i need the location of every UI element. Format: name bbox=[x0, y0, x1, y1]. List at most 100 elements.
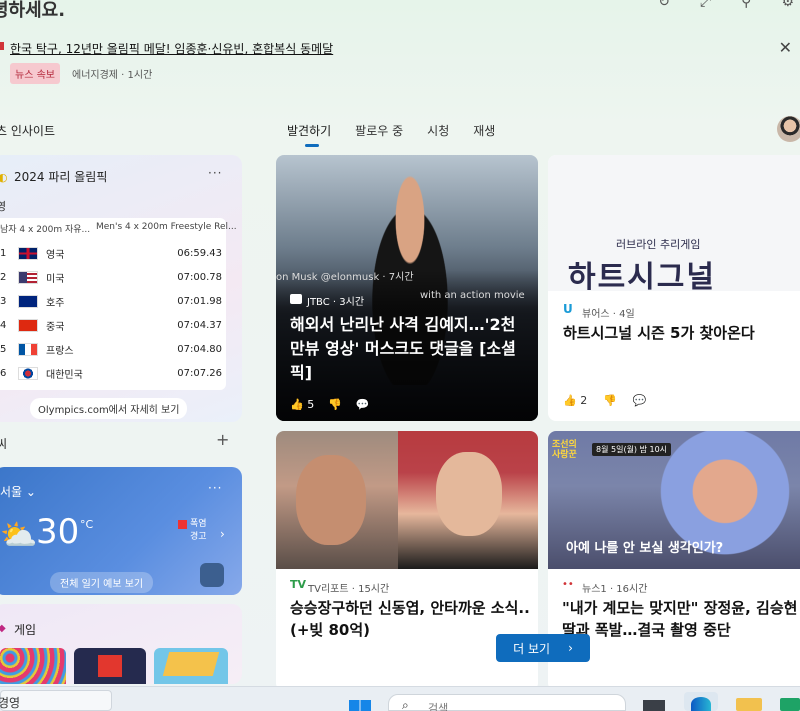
weather-map-icon[interactable] bbox=[200, 563, 224, 587]
flag-au-icon bbox=[18, 294, 38, 308]
event-name-en: Men's 4 x 200m Freestyle Rel... bbox=[96, 222, 237, 232]
news-card-1-tweet-2: with an action movie bbox=[420, 290, 525, 301]
time: 07:07.26 bbox=[177, 367, 222, 379]
weather-city[interactable]: 서울 ⌄ bbox=[0, 483, 36, 500]
tab-discover[interactable]: 발견하기 bbox=[287, 122, 331, 147]
viewers-logo-icon: U bbox=[563, 302, 573, 316]
rank: 4 bbox=[0, 319, 7, 331]
news-card-1-title[interactable]: 해외서 난리난 사격 김예지…'2천만뷰 영상' 머스크도 댓글을 [소셜픽] bbox=[290, 313, 526, 385]
tab-watch[interactable]: 시청 bbox=[427, 122, 449, 139]
weather-unit: °C bbox=[80, 518, 94, 531]
time: 07:04.37 bbox=[177, 319, 222, 331]
news-card-1-tweet: on Musk @elonmusk · 7시간 bbox=[276, 272, 414, 283]
news-card-2-image-sub: 러브라인 추리게임 bbox=[616, 238, 701, 251]
see-more-button[interactable]: 더 보기 › bbox=[496, 634, 590, 662]
like-button[interactable]: 👍 5 bbox=[290, 398, 314, 411]
header-toolbar: ↻ ⤢ ⚲ ⚙ bbox=[658, 0, 794, 10]
table-row[interactable]: 1 영국 06:59.43 bbox=[0, 241, 222, 265]
chevron-right-icon: › bbox=[568, 641, 573, 655]
file-explorer-icon[interactable] bbox=[736, 698, 762, 711]
weather-temperature: 30 bbox=[36, 512, 80, 552]
news-card-2-source: 뷰어스 · 4일 bbox=[582, 309, 635, 320]
avatar[interactable] bbox=[777, 116, 800, 142]
table-row[interactable]: 5 프랑스 07:04.80 bbox=[0, 337, 222, 361]
country: 중국 bbox=[46, 321, 65, 333]
weather-alert[interactable]: 폭염 경고 bbox=[178, 518, 207, 544]
tab-play[interactable]: 재생 bbox=[473, 122, 495, 139]
greeting-text: 녕하세요. bbox=[0, 0, 66, 21]
see-more-label: 더 보기 bbox=[513, 641, 551, 656]
windows-start-icon[interactable] bbox=[349, 700, 371, 711]
flag-uk-icon bbox=[18, 246, 38, 260]
chevron-down-icon: ⌄ bbox=[25, 485, 36, 499]
news-card-3-face-2 bbox=[436, 452, 502, 536]
task-view-icon[interactable] bbox=[643, 700, 665, 711]
more-options-icon[interactable]: ··· bbox=[208, 166, 222, 180]
country: 호주 bbox=[46, 297, 65, 309]
full-forecast-button[interactable]: 전체 일기 예보 보기 bbox=[50, 572, 154, 593]
dislike-icon[interactable]: 👎 bbox=[328, 398, 342, 411]
feed-tabs: 발견하기 팔로우 중 시청 재생 bbox=[287, 122, 495, 147]
comment-icon[interactable]: 💬 bbox=[633, 394, 647, 407]
flag-us-icon bbox=[18, 270, 38, 284]
alert-line-2: 경고 bbox=[190, 532, 207, 542]
search-icon: ⌕ bbox=[402, 698, 409, 711]
game-thumbnail-bubble[interactable] bbox=[0, 648, 66, 684]
breaking-news-source: 에너지경제 · 1시간 bbox=[72, 70, 153, 81]
olympics-title: 2024 파리 올림픽 bbox=[14, 170, 108, 184]
table-row[interactable]: 4 중국 07:04.37 bbox=[0, 313, 222, 337]
event-name-ko: 남자 4 x 200m 자유... bbox=[0, 225, 91, 235]
edge-icon bbox=[691, 697, 711, 711]
news-card-1-reactions: 👍 5 👎 💬 bbox=[290, 398, 370, 411]
chevron-right-icon[interactable]: › bbox=[220, 527, 225, 541]
rank: 2 bbox=[0, 271, 7, 283]
user-switch-icon[interactable]: ⚲ bbox=[741, 0, 751, 10]
insights-title: 츠 인사이트 bbox=[0, 124, 56, 138]
like-button[interactable]: 👍 2 bbox=[563, 394, 587, 407]
tab-following[interactable]: 팔로우 중 bbox=[355, 122, 403, 139]
block-shape bbox=[98, 655, 122, 677]
game-icon: ◆ bbox=[0, 623, 6, 634]
taskbar-search-input[interactable] bbox=[388, 694, 626, 711]
refresh-icon[interactable]: ↻ bbox=[658, 0, 670, 10]
news1-logo-icon: •• bbox=[562, 579, 574, 590]
table-row[interactable]: 6 대한민국 07:07.26 bbox=[0, 361, 222, 385]
news-card-2-title[interactable]: 하트시그널 시즌 5가 찾아온다 bbox=[563, 322, 799, 343]
settings-icon[interactable]: ⚙ bbox=[781, 0, 794, 10]
dislike-icon[interactable]: 👎 bbox=[603, 394, 617, 407]
expand-icon[interactable]: ⤢ bbox=[700, 0, 711, 10]
table-row[interactable]: 2 미국 07:00.78 bbox=[0, 265, 222, 289]
comment-icon[interactable]: 💬 bbox=[356, 398, 370, 411]
puzzle-shape bbox=[162, 652, 220, 676]
country: 프랑스 bbox=[46, 345, 74, 357]
flag-cn-icon bbox=[18, 318, 38, 332]
rank: 6 bbox=[0, 367, 7, 379]
news-card-3-title[interactable]: 승승장구하던 신동엽, 안타까운 소식.. (+빚 80억) bbox=[290, 597, 530, 641]
country: 영국 bbox=[46, 249, 65, 261]
weather-section-label: 씨 bbox=[0, 437, 8, 451]
rank: 3 bbox=[0, 295, 7, 307]
close-icon[interactable]: ✕ bbox=[779, 38, 792, 57]
partly-cloudy-icon: ⛅ bbox=[0, 518, 38, 553]
news-card-4-image-sub: 8월 5일(월) 밤 10시 bbox=[592, 443, 672, 456]
news-card-3-face-1 bbox=[296, 455, 366, 545]
olympics-sport: 영 bbox=[0, 200, 7, 213]
breaking-news-headline[interactable]: 한국 탁구, 12년만 올림픽 메달! 임종훈·신유빈, 혼합복식 동메달 bbox=[10, 40, 333, 57]
country: 미국 bbox=[46, 273, 65, 285]
app-icon[interactable] bbox=[780, 698, 800, 711]
add-icon[interactable]: + bbox=[216, 430, 229, 449]
jtbc-logo-icon bbox=[290, 294, 302, 304]
rank: 1 bbox=[0, 247, 7, 259]
more-options-icon[interactable]: ··· bbox=[208, 481, 222, 495]
breaking-indicator bbox=[0, 42, 4, 50]
breaking-news-badge: 뉴스 속보 bbox=[10, 63, 60, 84]
time: 07:01.98 bbox=[177, 295, 222, 307]
news-card-2-reactions: 👍 2 👎 💬 bbox=[563, 394, 647, 407]
olympics-link[interactable]: Olympics.com에서 자세히 보기 bbox=[30, 398, 188, 419]
news-card-3-source: TV리포트 · 15시간 bbox=[308, 584, 390, 595]
time: 06:59.43 bbox=[177, 247, 222, 259]
taskbar-search-placeholder: 검색 bbox=[428, 702, 449, 711]
news-card-2-image-logo: 하트시그널 bbox=[568, 260, 716, 295]
table-row[interactable]: 3 호주 07:01.98 bbox=[0, 289, 222, 313]
news-card-4-title[interactable]: "내가 계모는 맞지만" 장정윤, 김승현 딸과 폭발…결국 촬영 중단 bbox=[562, 597, 800, 641]
